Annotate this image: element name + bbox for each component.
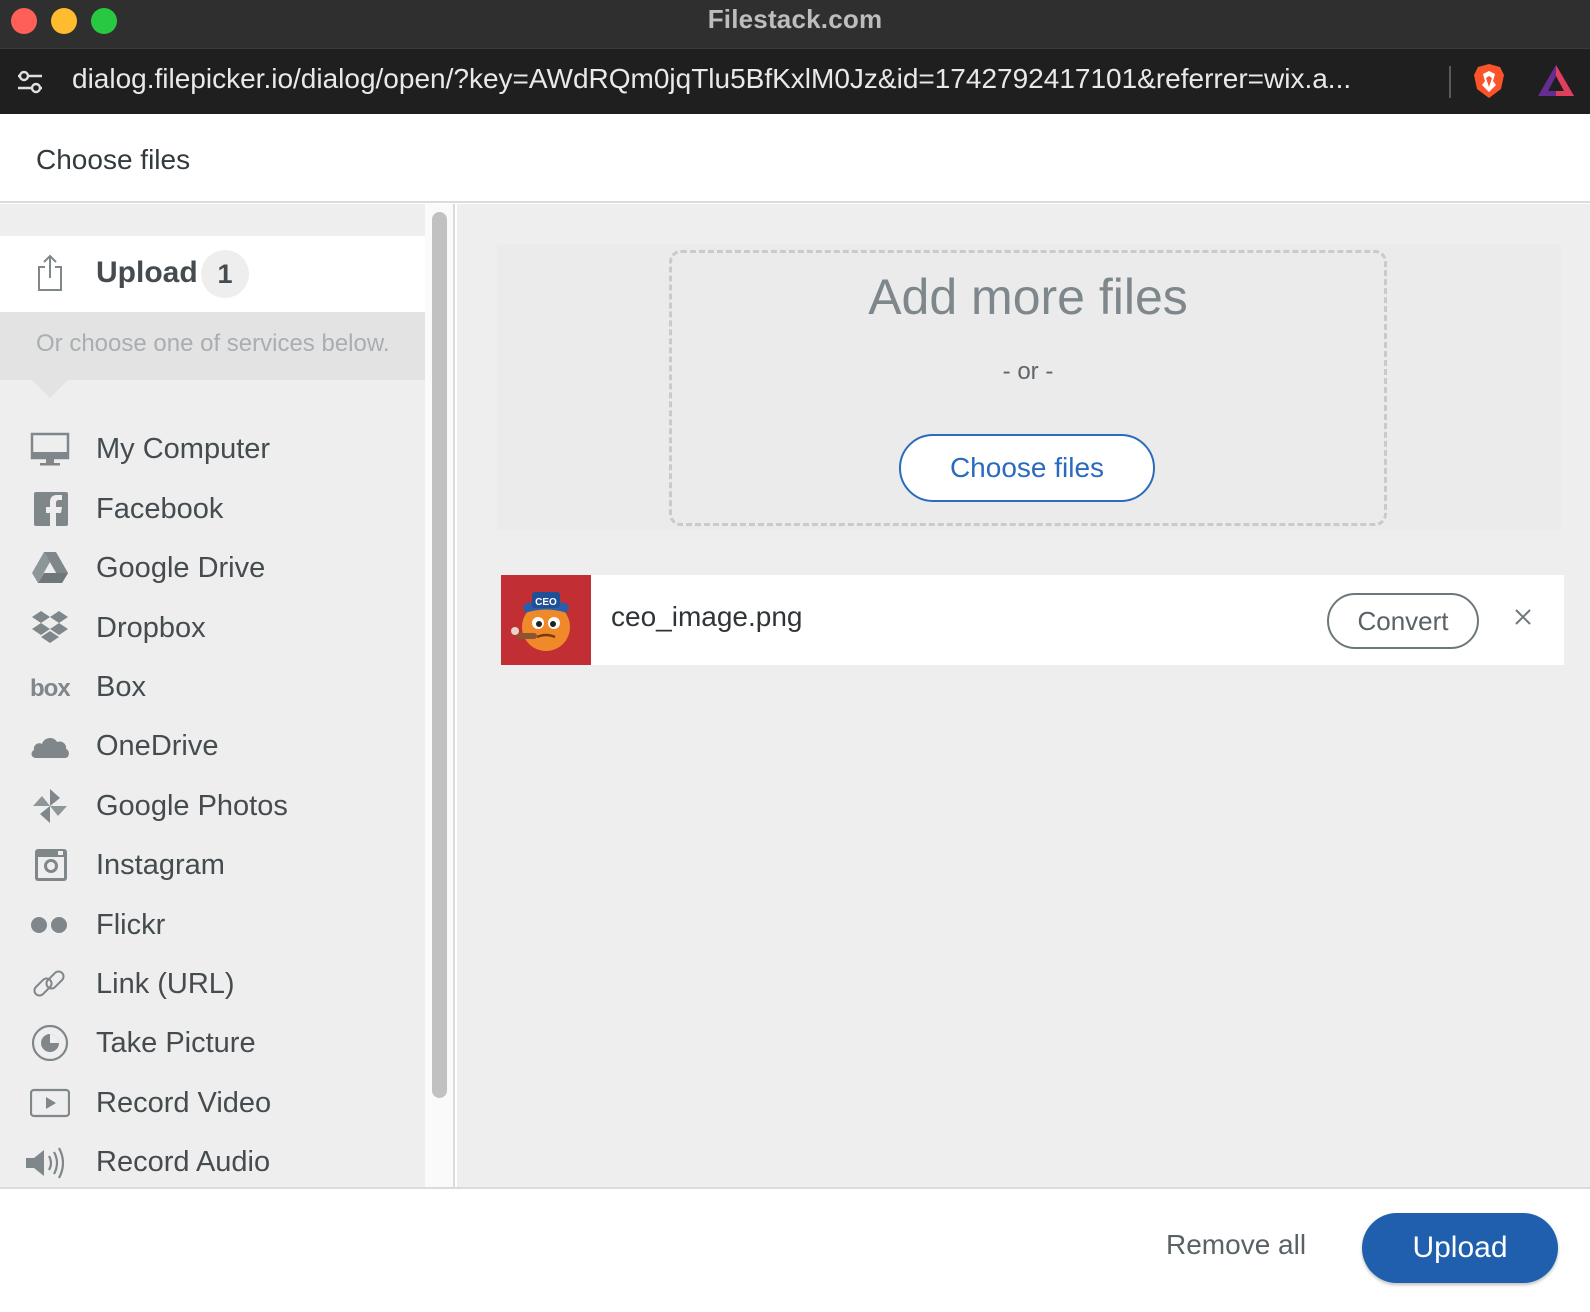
box-icon: box xyxy=(30,675,70,702)
window-titlebar: Filestack.com xyxy=(0,0,1590,48)
close-icon[interactable] xyxy=(1505,599,1541,635)
service-label: Flickr xyxy=(96,909,166,941)
sidebar-item-onedrive[interactable]: OneDrive xyxy=(0,718,425,774)
audio-icon xyxy=(26,1147,64,1179)
link-icon xyxy=(33,970,65,997)
hint-arrow xyxy=(32,380,68,398)
services-hint: Or choose one of services below. xyxy=(0,312,425,380)
service-label: Box xyxy=(96,671,146,703)
dropbox-icon xyxy=(32,611,68,643)
services-hint-text: Or choose one of services below. xyxy=(36,330,390,357)
file-row: CEO ceo_image.png Convert xyxy=(501,575,1564,665)
file-thumbnail: CEO xyxy=(501,575,591,665)
facebook-icon xyxy=(34,492,68,526)
service-label: Take Picture xyxy=(96,1027,256,1059)
sidebar-item-link-url[interactable]: Link (URL) xyxy=(0,956,425,1012)
sidebar-item-google-drive[interactable]: Google Drive xyxy=(0,540,425,596)
add-more-files-title: Add more files xyxy=(868,269,1188,325)
convert-button[interactable]: Convert xyxy=(1327,593,1479,649)
sidebar-scrollbar-thumb[interactable] xyxy=(432,212,447,1098)
address-bar: dialog.filepicker.io/dialog/open/?key=AW… xyxy=(0,48,1590,114)
service-label: Record Video xyxy=(96,1087,272,1119)
brave-shields-icon[interactable] xyxy=(1473,63,1505,99)
sidebar-item-box[interactable]: box Box xyxy=(0,659,425,715)
service-label: My Computer xyxy=(96,433,271,465)
service-label: Dropbox xyxy=(96,612,206,644)
google-drive-icon xyxy=(32,552,68,583)
service-label: OneDrive xyxy=(96,730,219,762)
dialog-title: Choose files xyxy=(36,144,191,175)
upload-label: Upload xyxy=(96,256,198,289)
file-name: ceo_image.png xyxy=(611,601,803,632)
google-photos-icon xyxy=(33,789,67,823)
camera-icon xyxy=(31,1025,69,1061)
sidebar-item-my-computer[interactable]: My Computer xyxy=(0,421,425,477)
service-label: Link (URL) xyxy=(96,968,235,1000)
sidebar-item-facebook[interactable]: Facebook xyxy=(0,481,425,537)
upload-button[interactable]: Upload xyxy=(1362,1213,1558,1283)
service-label: Instagram xyxy=(96,849,225,881)
site-settings-icon[interactable] xyxy=(16,69,44,95)
url-field[interactable]: dialog.filepicker.io/dialog/open/?key=AW… xyxy=(72,63,1422,95)
sidebar: Upload 1 Or choose one of services below… xyxy=(0,204,425,1187)
ceo-avatar-icon: CEO xyxy=(501,575,591,665)
sidebar-item-dropbox[interactable]: Dropbox xyxy=(0,600,425,656)
dialog-footer: Remove all Upload xyxy=(0,1187,1590,1312)
sidebar-item-flickr[interactable]: Flickr xyxy=(0,897,425,953)
window-title: Filestack.com xyxy=(707,4,883,34)
sidebar-item-instagram[interactable]: Instagram xyxy=(0,837,425,893)
choose-files-button[interactable]: Choose files xyxy=(899,434,1155,502)
onedrive-icon xyxy=(31,738,69,758)
service-label: Google Drive xyxy=(96,552,266,584)
video-icon xyxy=(30,1088,70,1118)
sidebar-item-record-video[interactable]: Record Video xyxy=(0,1075,425,1131)
remove-all-button[interactable]: Remove all xyxy=(1166,1229,1306,1261)
or-separator: - or - xyxy=(1002,358,1054,385)
upload-icon xyxy=(38,254,62,291)
service-label: Google Photos xyxy=(96,790,288,822)
sidebar-item-take-picture[interactable]: Take Picture xyxy=(0,1015,425,1071)
upload-count-badge: 1 xyxy=(201,250,249,298)
instagram-icon xyxy=(35,849,67,881)
brave-rewards-icon[interactable] xyxy=(1537,64,1575,98)
svg-text:box: box xyxy=(30,675,70,702)
monitor-icon xyxy=(30,432,70,466)
thumb-badge: CEO xyxy=(535,597,557,608)
flickr-icon xyxy=(31,917,67,933)
address-separator xyxy=(1449,66,1451,98)
service-label: Facebook xyxy=(96,493,224,525)
service-label: Record Audio xyxy=(96,1146,271,1178)
sidebar-item-record-audio[interactable]: Record Audio xyxy=(0,1134,425,1187)
sidebar-item-upload[interactable]: Upload 1 xyxy=(0,236,425,312)
sidebar-item-google-photos[interactable]: Google Photos xyxy=(0,778,425,834)
dialog-header: Choose files xyxy=(0,114,1590,203)
